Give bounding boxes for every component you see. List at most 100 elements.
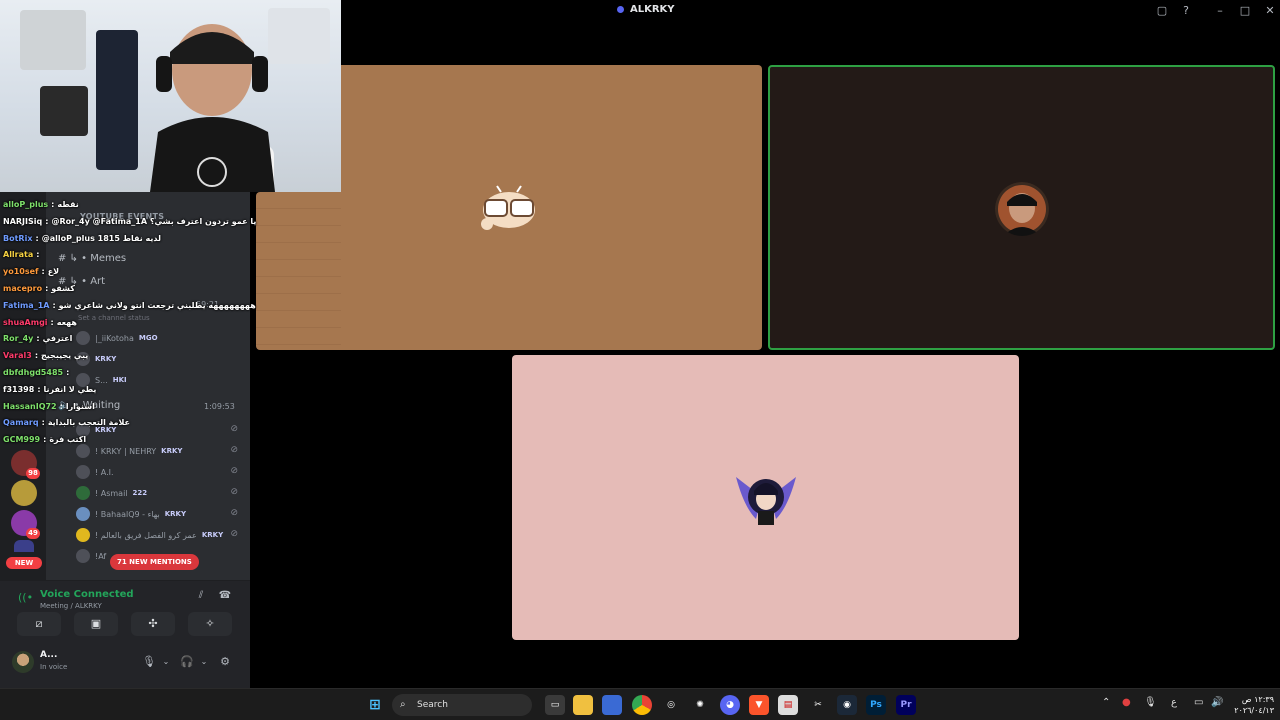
help-icon[interactable]: ?: [1177, 2, 1195, 20]
chrome-icon[interactable]: [632, 695, 652, 715]
discord-icon[interactable]: ◕: [720, 695, 740, 715]
chat-message: dbfdhgd5485:: [3, 368, 72, 377]
chevron-up-icon[interactable]: ⌃: [1102, 697, 1110, 708]
avatar: [76, 507, 90, 521]
window-title-bar: ALKRKY ▢ ? – □ ✕: [341, 0, 1280, 22]
chat-separator: :: [52, 300, 56, 310]
app-icon[interactable]: ▤: [778, 695, 798, 715]
server-icon[interactable]: 98: [11, 450, 40, 479]
chat-username: GCM999: [3, 435, 41, 445]
microphone-icon[interactable]: 🎙: [1144, 697, 1157, 708]
chevron-down-icon[interactable]: ⌄: [196, 653, 212, 671]
chat-username: dbfdhgd5485: [3, 368, 64, 377]
steelseries-icon[interactable]: ✺: [690, 695, 710, 715]
tray-app-icon[interactable]: ●: [1122, 697, 1131, 708]
black-plaque: [40, 86, 88, 136]
store-icon[interactable]: [602, 695, 622, 715]
windows-taskbar: ⊞ ⌕ Search ▭ ◎ ✺ ◕ ▼ ▤ ✂ ◉ Ps Pr ⌃ ● 🎙 ع…: [0, 688, 1280, 720]
camera-off-button[interactable]: ⧄: [17, 612, 61, 636]
voice-status[interactable]: Voice Connected: [40, 589, 134, 600]
volume-icon[interactable]: 🔊: [1211, 697, 1223, 708]
streamer-avatar: [995, 182, 1049, 236]
brave-icon[interactable]: ▼: [749, 695, 769, 715]
participant-tile-2-speaking[interactable]: [768, 65, 1275, 350]
server-icon[interactable]: [11, 480, 37, 506]
close-button[interactable]: ✕: [1261, 2, 1279, 20]
task-view-icon[interactable]: ▭: [545, 695, 565, 715]
chat-username: HassanIQ72: [3, 401, 57, 411]
chat-username: NARJISiq: [3, 216, 43, 226]
chat-text: @Ror_4y @Fatima_1A يا عمو تردون اعترف بش…: [51, 216, 257, 226]
voice-member[interactable]: ! BahaalQ9 - بهاء KRKY: [76, 505, 186, 523]
disconnect-icon[interactable]: ☎: [216, 587, 234, 605]
activities-button[interactable]: ✣: [131, 612, 175, 636]
chat-username: Fatima_1A: [3, 300, 50, 310]
windows-start-icon[interactable]: ⊞: [365, 695, 385, 715]
avatar: [76, 465, 90, 479]
chat-username: shuaAmgi: [3, 317, 48, 327]
screen-share-button[interactable]: ▣: [74, 612, 118, 636]
chat-separator: :: [45, 216, 49, 226]
avatar: [76, 528, 90, 542]
chat-username: Allrata: [3, 250, 34, 260]
window-title: ALKRKY: [617, 4, 675, 15]
participant-tile-left-edge[interactable]: [256, 192, 342, 350]
photoshop-icon[interactable]: Ps: [866, 695, 886, 715]
inbox-icon[interactable]: ▢: [1153, 2, 1171, 20]
steam-icon[interactable]: ◉: [837, 695, 857, 715]
headphones-icon[interactable]: 🎧: [179, 653, 195, 671]
user-avatar[interactable]: [12, 651, 34, 673]
chat-message: shuaAmgi: ههعه: [3, 318, 77, 327]
voice-member[interactable]: ! Asmail 222: [76, 484, 147, 502]
taskbar-search[interactable]: ⌕ Search: [392, 694, 532, 716]
chat-text: ههعه: [56, 317, 77, 327]
voice-member[interactable]: !Af: [76, 547, 106, 565]
chat-message: macepro: كشفو: [3, 284, 75, 293]
voice-panel: ((• Voice Connected Meeting / ALKRKY ⫽ ☎…: [0, 580, 250, 688]
chat-text: كشفو: [51, 284, 75, 293]
chat-text: يبي يجيبجيج: [41, 351, 89, 361]
chat-username: Qamarq: [3, 418, 39, 428]
voice-location[interactable]: Meeting / ALKRKY: [40, 602, 102, 610]
chat-separator: :: [35, 233, 39, 243]
chat-message: BotRix: @alloP_plus لديه نقاط 1815: [3, 234, 161, 243]
settings-gear-icon[interactable]: ⚙: [217, 653, 233, 671]
chat-separator: :: [59, 401, 63, 411]
network-icon[interactable]: ▭: [1194, 697, 1203, 708]
voice-member[interactable]: ! عمر كرو الفصل فريق بالعالم KRKY: [76, 526, 223, 544]
taskbar-clock[interactable]: ١٢:٣٩ ص ٢٠٢٦/٠٤/١٣: [1228, 694, 1274, 716]
signal-icon[interactable]: ((•: [18, 591, 33, 604]
maximize-button[interactable]: □: [1236, 2, 1254, 20]
shelf: [268, 8, 330, 64]
chat-text: اعترفي: [42, 334, 73, 344]
discord-icon: [617, 6, 624, 13]
chat-message: yo10sef: لاع: [3, 267, 59, 276]
soundboard-button[interactable]: ✧: [188, 612, 232, 636]
chat-message: f31398: يطي لا انفرنا: [3, 385, 96, 394]
server-icon[interactable]: 49: [11, 510, 40, 539]
new-pill[interactable]: NEW: [6, 557, 42, 569]
chat-separator: :: [45, 284, 49, 293]
capcut-icon[interactable]: ✂: [808, 695, 828, 715]
participant-tile-3[interactable]: [512, 355, 1019, 640]
microphone-icon[interactable]: 🎙: [141, 653, 157, 671]
premiere-icon[interactable]: Pr: [896, 695, 916, 715]
voice-member[interactable]: ! A.I.: [76, 463, 114, 481]
noise-suppression-icon[interactable]: ⫽: [192, 587, 210, 605]
chat-message: GCM999: اكتب فرة: [3, 435, 86, 444]
minimize-button[interactable]: –: [1211, 2, 1229, 20]
chat-separator: :: [41, 267, 45, 277]
user-name[interactable]: A...: [40, 650, 57, 660]
chat-text: ههههههههه يطلبني ترجعت انتو ولاني شاعري …: [58, 300, 256, 310]
streamer-figure: [150, 24, 275, 192]
stream-chat-overlay: alloP_plus: نقطه NARJISiq: @Ror_4y @Fatima_…: [0, 188, 256, 453]
clock-date: ٢٠٢٦/٠٤/١٣: [1234, 706, 1274, 715]
language-indicator[interactable]: ع: [1171, 697, 1177, 708]
file-explorer-icon[interactable]: [573, 695, 593, 715]
obs-icon[interactable]: ◎: [661, 695, 681, 715]
chat-text: اسنوارا: [65, 401, 95, 411]
new-mentions-pill[interactable]: 71 NEW MENTIONS: [110, 554, 199, 570]
participant-tile-1[interactable]: [341, 65, 762, 350]
chevron-down-icon[interactable]: ⌄: [158, 653, 174, 671]
server-icon[interactable]: [14, 540, 34, 552]
